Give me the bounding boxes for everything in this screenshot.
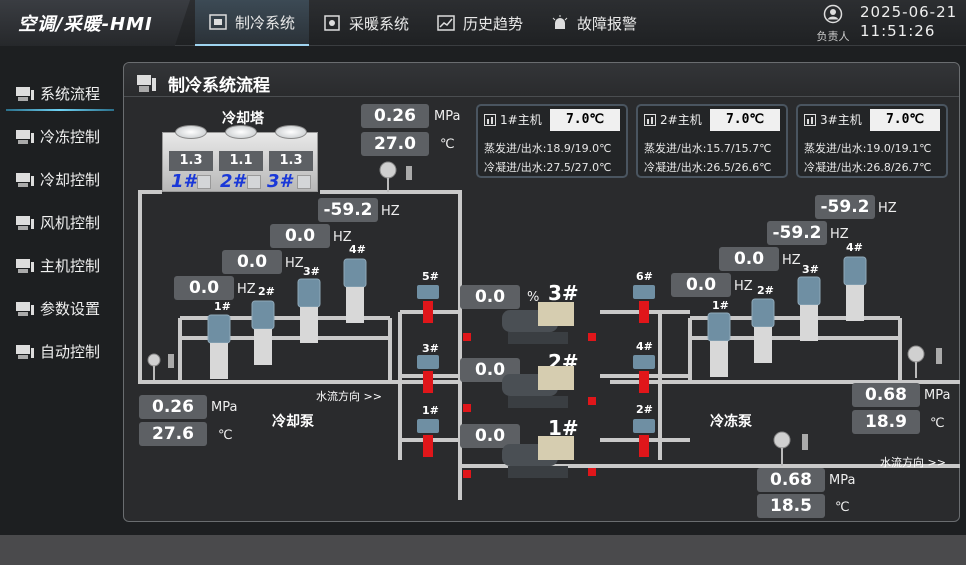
gauge-icon [379,161,412,192]
chart-icon [804,113,816,126]
fan-icon [275,125,307,139]
host-setpoint: 7.0℃ [550,109,620,131]
gauge-icon [773,431,808,466]
chiller-units [502,302,574,478]
gauge-icon [147,353,174,380]
cooling-pump-3-freq: 0.0 [270,224,330,248]
fan-icon [175,125,207,139]
chilled-pump-4-freq: -59.2 [815,195,875,219]
cooling-pump-4-freq: -59.2 [318,198,378,222]
gauge-icon [907,345,942,378]
host-card-1[interactable]: 1#主机 7.0℃ 蒸发进/出水:18.9/19.0℃ 冷凝进/出水:27.5/… [476,104,628,178]
tower-cell-3-id: 3# [267,171,293,192]
host-setpoint: 7.0℃ [870,109,940,131]
tower-cell-3-value: 1.3 [269,151,313,171]
chilled-pump-3-freq: -59.2 [767,221,827,245]
right-valves [633,285,655,457]
cooling-in-pressure: 0.26 [139,395,207,419]
cooling-flow-direction: 水流方向 >> [316,390,382,403]
chilled-out-pressure: 0.68 [852,383,920,407]
cooling-in-temp: 27.6 [139,422,207,446]
host-setpoint: 7.0℃ [710,109,780,131]
chilled-flow-direction: 水流方向 >> [880,456,946,469]
tower-temp-value: 27.0 [361,132,429,156]
host-card-2[interactable]: 2#主机 7.0℃ 蒸发进/出水:15.7/15.7℃ 冷凝进/出水:26.5/… [636,104,788,178]
chilled-pump-label: 冷冻泵 [710,414,752,430]
chilled-pumps-graphic [707,256,867,377]
fan-icon [225,125,257,139]
chart-icon [644,113,656,126]
cooling-pump-label: 冷却泵 [272,414,314,430]
tower-cell-2-value: 1.1 [219,151,263,171]
pressure-unit: MPa [434,109,461,124]
chart-icon [484,113,496,126]
chilled-in-pressure: 0.68 [757,468,825,492]
tower-cell-1-value: 1.3 [169,151,213,171]
tower-cell-1-id: 1# [171,171,197,192]
cooling-tower: 1.3 1.1 1.3 1# 2# 3# [162,125,318,192]
tower-pressure-value: 0.26 [361,104,429,128]
host-card-3[interactable]: 3#主机 7.0℃ 蒸发进/出水:19.0/19.1℃ 冷凝进/出水:26.8/… [796,104,948,178]
tower-cell-2-id: 2# [220,171,246,192]
left-valves [417,285,439,457]
bottom-bar [0,535,966,565]
chilled-out-temp: 18.9 [852,410,920,434]
chilled-in-temp: 18.5 [757,494,825,518]
cooling-pumps-graphic [207,258,367,379]
temp-unit: ℃ [440,137,455,152]
